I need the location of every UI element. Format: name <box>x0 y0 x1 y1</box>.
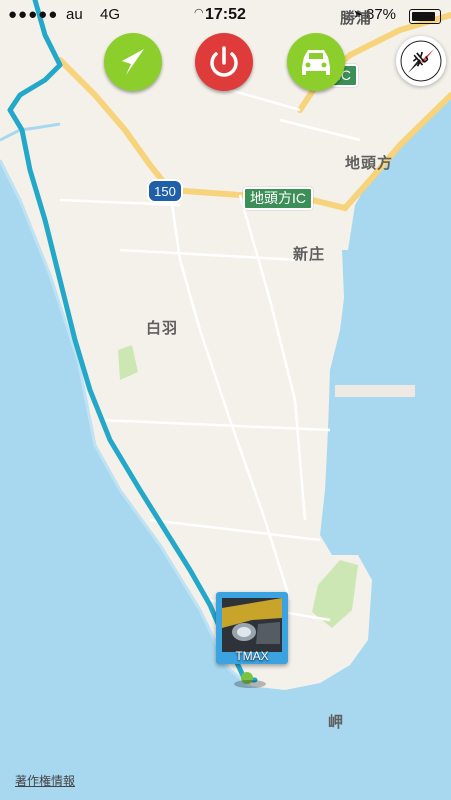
harbor-basin <box>342 250 368 320</box>
network-label: 4G <box>100 6 121 23</box>
map-label-jitokata: 地頭方 <box>345 155 394 172</box>
vehicle-photo <box>222 598 282 652</box>
map-label-shinjo: 新庄 <box>293 246 326 263</box>
breakwater <box>335 385 415 397</box>
power-icon <box>210 46 238 77</box>
copyright-link[interactable]: 著作権情報 <box>15 772 75 789</box>
map-label-katsura: 勝浦 <box>340 10 373 27</box>
vehicle-name: TMAX <box>235 649 269 663</box>
route-shield: 150 <box>147 179 183 203</box>
wifi-icon: ◠ <box>194 7 204 19</box>
map-label-shirowa: 白羽 <box>146 320 179 337</box>
power-button[interactable] <box>195 33 253 91</box>
compass-button[interactable]: 北 <box>396 36 446 86</box>
clock: 17:52 <box>205 6 246 23</box>
map-canvas[interactable]: 150 <box>0 0 451 800</box>
navigate-arrow-icon <box>122 49 144 75</box>
car-button[interactable] <box>287 33 345 91</box>
ic-sign-jitokata: 地頭方IC <box>243 187 313 210</box>
map-label-misaki: 岬 <box>328 714 345 731</box>
signal-strength-dots: ●●●●● <box>8 6 59 23</box>
battery-icon <box>409 9 441 24</box>
marker-shadow <box>234 680 266 688</box>
navigate-button[interactable] <box>104 33 162 91</box>
carrier-label: au <box>66 6 83 23</box>
svg-text:150: 150 <box>154 184 176 199</box>
vehicle-marker[interactable]: TMAX <box>216 592 288 664</box>
status-bar: ●●●●● au 4G ◠ 17:52 ➤ 87% <box>0 0 451 30</box>
map-screen: 150 ●●●●● au 4G ◠ 17:52 ➤ 87% 勝浦 地頭方 新庄 … <box>0 0 451 800</box>
car-icon <box>302 50 330 75</box>
